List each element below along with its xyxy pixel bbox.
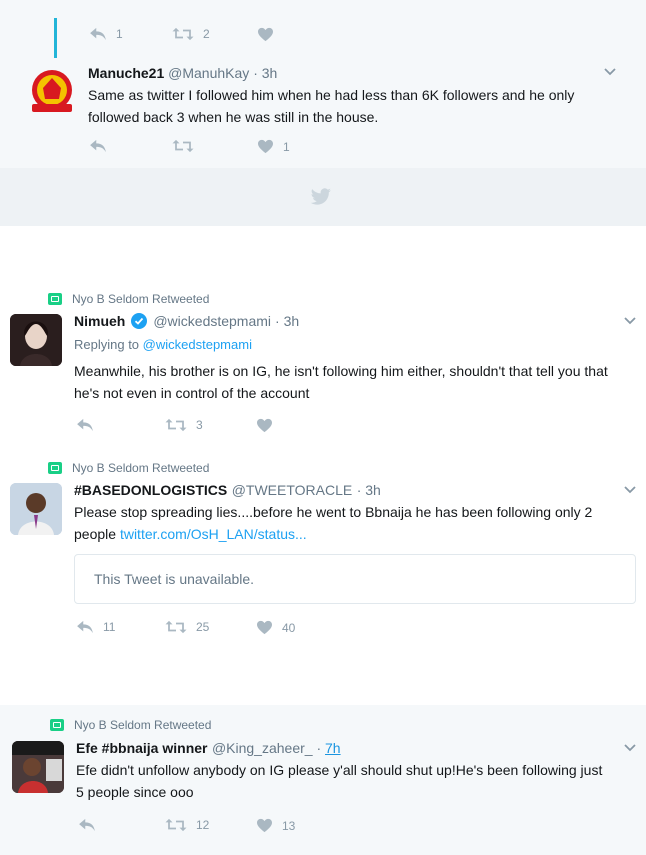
chevron-down-icon[interactable]: [624, 317, 636, 325]
reply-icon: [76, 418, 94, 432]
timestamp[interactable]: · 3h: [253, 65, 277, 81]
heart-icon: [257, 27, 274, 42]
retweet-badge-icon: [48, 462, 62, 474]
stream-separator: [0, 168, 646, 226]
retweet-button[interactable]: 12: [165, 818, 209, 832]
reply-icon: [89, 139, 107, 153]
heart-icon: [256, 418, 273, 433]
handle[interactable]: @ManuhKay: [168, 65, 249, 81]
tweet-text: Meanwhile, his brother is on IG, he isn'…: [74, 363, 608, 401]
retweet-count: 25: [196, 620, 210, 634]
profile-photo: [10, 483, 62, 535]
conversation-card: 1 2 Manuche21 @ManuhKay · 3h Same as twi…: [0, 0, 646, 168]
timestamp[interactable]: · 3h: [275, 313, 299, 329]
like-button[interactable]: [256, 418, 273, 433]
tweet-card[interactable]: Nyo B Seldom Retweeted Nimueh @wickedste…: [0, 226, 646, 441]
tweet-header: Manuche21 @ManuhKay · 3h: [88, 65, 277, 81]
retweet-button[interactable]: [172, 139, 194, 153]
retweet-count: 3: [196, 418, 203, 432]
retweet-icon: [165, 620, 187, 634]
handle[interactable]: @TWEETORACLE: [232, 482, 353, 498]
retweeted-by[interactable]: Nyo B Seldom Retweeted: [74, 718, 211, 732]
reply-icon: [76, 620, 94, 634]
chevron-down-icon[interactable]: [624, 486, 636, 494]
retweet-count: 12: [196, 818, 210, 832]
tweet-text: Please stop spreading lies....before he …: [74, 501, 630, 545]
like-count: 40: [282, 620, 296, 635]
avatar[interactable]: [12, 741, 64, 793]
retweet-button[interactable]: 2: [172, 27, 210, 41]
reply-icon: [78, 818, 96, 832]
retweet-button[interactable]: 25: [165, 620, 209, 634]
timestamp[interactable]: · 3h: [357, 482, 381, 498]
reply-count: 11: [103, 620, 116, 634]
tweet-text: Efe didn't unfollow anybody on IG please…: [76, 762, 603, 800]
retweeted-by[interactable]: Nyo B Seldom Retweeted: [72, 461, 209, 475]
retweet-context: Nyo B Seldom Retweeted: [48, 461, 209, 475]
retweet-badge-icon: [48, 293, 62, 305]
tweet-card[interactable]: Nyo B Seldom Retweeted Efe #bbnaija winn…: [0, 705, 646, 855]
retweet-context: Nyo B Seldom Retweeted: [48, 292, 209, 306]
reply-button[interactable]: [78, 818, 96, 832]
tweet-card[interactable]: Nyo B Seldom Retweeted #BASEDONLOGISTICS…: [0, 441, 646, 705]
retweet-context: Nyo B Seldom Retweeted: [50, 718, 211, 732]
like-count: 13: [282, 818, 296, 833]
retweet-badge-icon: [50, 719, 64, 731]
tweet-text: Same as twitter I followed him when he h…: [88, 87, 575, 125]
tweet-header: Nimueh @wickedstepmami · 3h: [74, 313, 299, 329]
tweet-link[interactable]: twitter.com/OsH_LAN/status...: [120, 526, 307, 542]
thread-line: [54, 18, 57, 58]
like-button[interactable]: 1: [257, 139, 290, 154]
retweet-icon: [165, 418, 187, 432]
club-crest-avatar: [32, 70, 72, 112]
retweet-icon: [172, 139, 194, 153]
reply-button[interactable]: [89, 139, 107, 153]
reply-icon: [89, 27, 107, 41]
retweeted-by[interactable]: Nyo B Seldom Retweeted: [72, 292, 209, 306]
avatar[interactable]: [10, 483, 62, 535]
replying-prefix: Replying to: [74, 337, 140, 352]
tweet-header: Efe #bbnaija winner @King_zaheer_ · 7h: [76, 740, 341, 758]
display-name[interactable]: Manuche21: [88, 65, 164, 81]
heart-icon: [257, 139, 274, 154]
tweet-header: #BASEDONLOGISTICS @TWEETORACLE · 3h: [74, 482, 381, 500]
retweet-button[interactable]: 3: [165, 418, 203, 432]
heart-icon: [256, 818, 273, 833]
profile-photo: [10, 314, 62, 366]
timestamp[interactable]: 7h: [325, 740, 341, 756]
profile-photo: [12, 741, 64, 793]
retweet-icon: [172, 27, 194, 41]
like-button[interactable]: [257, 27, 274, 42]
retweet-count: 2: [203, 27, 210, 41]
display-name[interactable]: Nimueh: [74, 313, 125, 329]
reply-button[interactable]: 11: [76, 620, 115, 634]
time-separator: ·: [312, 740, 326, 756]
heart-icon: [256, 620, 273, 635]
reply-button[interactable]: 1: [89, 27, 123, 41]
handle[interactable]: @King_zaheer_: [212, 740, 313, 756]
like-count: 1: [283, 139, 290, 154]
like-button[interactable]: 40: [256, 620, 295, 635]
display-name[interactable]: #BASEDONLOGISTICS: [74, 482, 227, 498]
twitter-bird-icon: [310, 188, 331, 205]
handle[interactable]: @wickedstepmami: [153, 313, 271, 329]
replying-to-handle[interactable]: @wickedstepmami: [143, 337, 252, 352]
chevron-down-icon[interactable]: [604, 68, 616, 76]
retweet-icon: [165, 818, 187, 832]
avatar[interactable]: [26, 66, 78, 118]
reply-button[interactable]: [76, 418, 94, 432]
avatar[interactable]: [10, 314, 62, 366]
like-button[interactable]: 13: [256, 818, 295, 833]
verified-badge-icon: [131, 313, 148, 329]
chevron-down-icon[interactable]: [624, 744, 636, 752]
display-name[interactable]: Efe #bbnaija winner: [76, 740, 207, 756]
replying-to-line: Replying to @wickedstepmami: [74, 337, 252, 352]
quote-unavailable-text: This Tweet is unavailable.: [94, 571, 255, 587]
quoted-tweet[interactable]: This Tweet is unavailable.: [74, 554, 636, 604]
reply-count: 1: [116, 27, 123, 41]
